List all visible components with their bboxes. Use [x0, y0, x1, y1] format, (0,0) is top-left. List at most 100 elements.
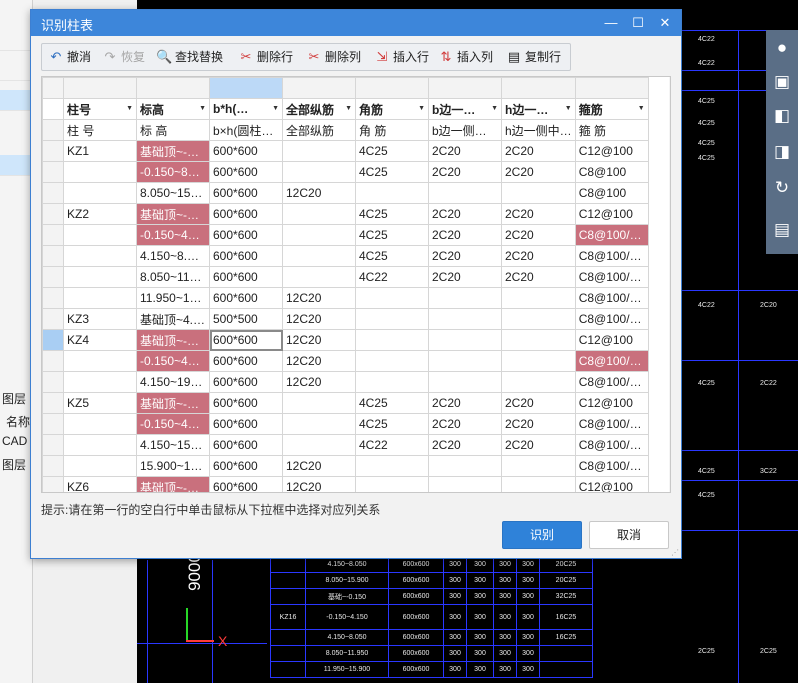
table-cell[interactable]: C12@100 — [574, 392, 649, 414]
left-panel-label-layer-2[interactable]: 图层 — [2, 456, 26, 473]
table-cell[interactable]: 角 筋 — [355, 119, 429, 141]
table-cell[interactable]: 12C20 — [282, 308, 356, 330]
table-cell[interactable] — [355, 455, 429, 477]
table-cell[interactable]: 4C25 — [355, 413, 429, 435]
table-cell[interactable]: 2C20 — [428, 434, 502, 456]
maximize-button[interactable]: ☐ — [627, 13, 649, 33]
column-header-dropdown[interactable]: b*h(… ▼ — [209, 98, 283, 120]
left-panel-row-selected[interactable] — [0, 90, 32, 111]
identify-button[interactable]: 识别 — [502, 521, 582, 549]
table-cell[interactable] — [428, 329, 502, 351]
table-cell[interactable] — [282, 140, 356, 162]
table-cell[interactable]: 2C20 — [428, 140, 502, 162]
table-cell[interactable]: 2C20 — [428, 203, 502, 225]
table-cell[interactable]: 12C20 — [282, 329, 356, 351]
table-cell[interactable]: 8.050~11… — [136, 266, 210, 288]
table-cell[interactable] — [428, 476, 502, 492]
row-indicator[interactable] — [42, 392, 64, 414]
table-cell[interactable]: 2C20 — [428, 224, 502, 246]
delete-column-button[interactable]: ✂ 删除列 — [306, 47, 361, 67]
table-cell[interactable] — [428, 182, 502, 204]
table-row[interactable]: 8.050~11… 600*600 4C22 2C20 2C20 C8@100/… — [42, 266, 649, 288]
table-cell[interactable]: b×h(圆柱… — [209, 119, 283, 141]
table-cell[interactable]: 4C25 — [355, 140, 429, 162]
table-cell[interactable]: b边一侧… — [428, 119, 502, 141]
dialog-titlebar[interactable]: 识别柱表 — ☐ ✕ — [31, 10, 681, 36]
table-row[interactable]: -0.150~4… 600*600 4C25 2C20 2C20 C8@100/… — [42, 413, 649, 435]
table-cell[interactable] — [355, 476, 429, 492]
table-cell[interactable] — [355, 308, 429, 330]
table-cell[interactable] — [355, 182, 429, 204]
mapping-cell[interactable] — [282, 77, 356, 99]
row-indicator[interactable] — [42, 350, 64, 372]
table-cell[interactable]: 基础顶~-… — [136, 329, 210, 351]
table-cell[interactable]: 标 高 — [136, 119, 210, 141]
table-cell[interactable]: 基础顶~-… — [136, 392, 210, 414]
table-cell[interactable] — [355, 287, 429, 309]
table-cell[interactable]: 2C20 — [501, 161, 576, 183]
table-cell[interactable]: 4C25 — [355, 224, 429, 246]
table-cell[interactable]: C8@100/… — [574, 413, 649, 435]
table-cell[interactable]: 600*600 — [209, 140, 283, 162]
table-row[interactable]: -0.150~4… 600*600 4C25 2C20 2C20 C8@100/… — [42, 224, 649, 246]
table-cell[interactable] — [63, 371, 137, 393]
table-cell[interactable] — [501, 455, 576, 477]
table-cell[interactable]: 全部纵筋 — [282, 119, 356, 141]
table-cell[interactable] — [501, 476, 576, 492]
table-row[interactable]: -0.150~8… 600*600 4C25 2C20 2C20 C8@100 — [42, 161, 649, 183]
table-cell[interactable]: C8@100 — [574, 182, 649, 204]
insert-column-button[interactable]: ⇅ 插入列 — [438, 47, 493, 67]
table-cell[interactable]: 12C20 — [282, 455, 356, 477]
table-cell[interactable] — [428, 455, 502, 477]
table-cell[interactable] — [282, 224, 356, 246]
table-cell[interactable] — [282, 161, 356, 183]
row-indicator[interactable] — [42, 287, 64, 309]
table-cell[interactable]: 2C20 — [501, 392, 576, 414]
left-panel-row[interactable] — [0, 60, 32, 81]
row-indicator[interactable] — [42, 224, 64, 246]
table-cell[interactable]: 600*600 — [209, 455, 283, 477]
table-row[interactable]: 4.150~8.… 600*600 4C25 2C20 2C20 C8@100/… — [42, 245, 649, 267]
table-cell[interactable]: C12@100 — [574, 329, 649, 351]
table-cell[interactable]: 500*500 — [209, 308, 283, 330]
row-indicator[interactable] — [42, 308, 64, 330]
row-indicator[interactable] — [42, 434, 64, 456]
table-cell[interactable]: 2C20 — [501, 266, 576, 288]
left-panel-row[interactable] — [0, 30, 32, 51]
table-cell[interactable]: 12C20 — [282, 371, 356, 393]
row-indicator[interactable] — [42, 371, 64, 393]
table-cell[interactable]: 600*600 — [209, 350, 283, 372]
table-row[interactable]: 8.050~15… 600*600 12C20 C8@100 — [42, 182, 649, 204]
resize-grip-icon[interactable]: ⋰ — [671, 548, 679, 557]
row-indicator[interactable] — [42, 245, 64, 267]
table-cell[interactable]: 柱 号 — [63, 119, 137, 141]
table-cell[interactable]: 2C20 — [428, 413, 502, 435]
row-indicator[interactable] — [42, 329, 64, 351]
row-indicator[interactable] — [42, 413, 64, 435]
table-cell[interactable] — [355, 371, 429, 393]
table-cell[interactable]: 4.150~8.… — [136, 245, 210, 267]
table-cell[interactable] — [501, 329, 576, 351]
mapping-cell[interactable] — [63, 77, 137, 99]
table-cell[interactable]: 600*600 — [209, 371, 283, 393]
column-header-dropdown[interactable]: b边一… ▼ — [428, 98, 502, 120]
table-cell[interactable]: C8@100/… — [574, 287, 649, 309]
close-button[interactable]: ✕ — [654, 13, 676, 33]
table-cell[interactable] — [428, 350, 502, 372]
minimize-button[interactable]: — — [600, 13, 622, 33]
3d-view-icon[interactable]: ▣ — [770, 70, 794, 94]
table-cell[interactable]: C8@100/… — [574, 245, 649, 267]
table-cell[interactable] — [428, 287, 502, 309]
table-cell[interactable]: C12@100 — [574, 140, 649, 162]
delete-row-button[interactable]: ✂ 删除行 — [238, 47, 293, 67]
mapping-cell-selected[interactable] — [209, 77, 283, 99]
table-row[interactable]: 4.150~19… 600*600 12C20 C8@100/… — [42, 371, 649, 393]
layer-panel-icon[interactable]: ▤ — [770, 218, 794, 242]
table-cell[interactable]: -0.150~4… — [136, 413, 210, 435]
table-cell[interactable]: 600*600 — [209, 392, 283, 414]
table-cell[interactable]: KZ4 — [63, 329, 137, 351]
row-indicator[interactable] — [42, 476, 64, 492]
table-cell[interactable] — [501, 287, 576, 309]
table-cell[interactable]: 箍 筋 — [574, 119, 649, 141]
table-row[interactable]: KZ1 基础顶~-… 600*600 4C25 2C20 2C20 C12@100 — [42, 140, 649, 162]
